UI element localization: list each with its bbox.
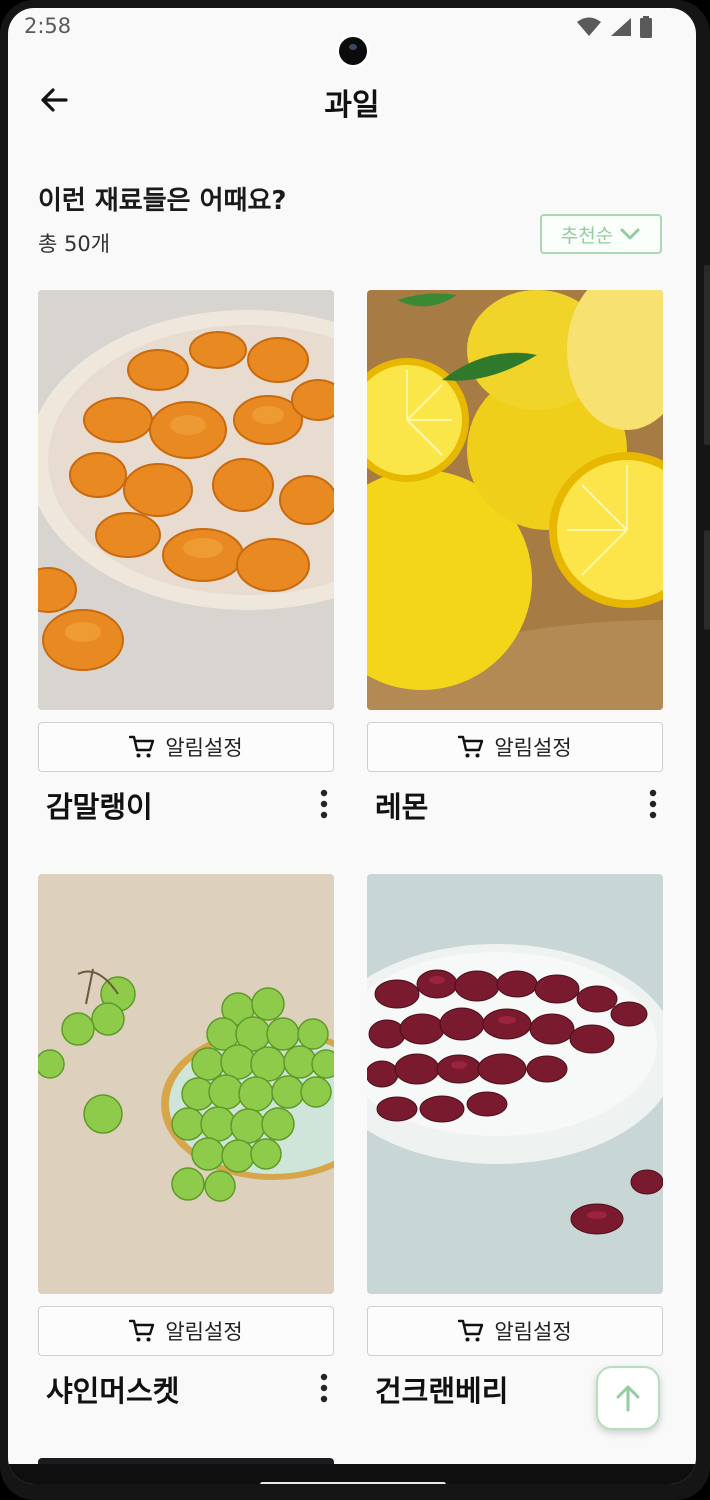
notify-button[interactable]: 알림설정 (367, 1306, 663, 1356)
dried-persimmon-image (38, 290, 334, 710)
dried-cranberry-image (367, 874, 663, 1294)
arrow-up-icon (616, 1385, 640, 1412)
grapes-image (38, 874, 334, 1294)
notify-button[interactable]: 알림설정 (367, 722, 663, 772)
product-name[interactable]: 건크랜베리 (375, 1368, 508, 1410)
front-camera (336, 34, 370, 68)
more-vertical-icon (649, 789, 657, 819)
scroll-to-top-button[interactable] (596, 1366, 660, 1430)
notify-label: 알림설정 (165, 1320, 243, 1344)
product-image[interactable] (38, 874, 334, 1294)
product-name[interactable]: 레몬 (375, 784, 428, 826)
product-name[interactable]: 감말랭이 (46, 784, 153, 826)
cart-icon (129, 735, 155, 758)
status-time: 2:58 (24, 14, 72, 38)
item-count: 총 50개 (38, 232, 111, 256)
status-icons (576, 16, 652, 38)
notify-label: 알림설정 (494, 736, 572, 760)
volume-button (704, 265, 710, 445)
home-gesture-handle[interactable] (260, 1482, 446, 1484)
more-options-button[interactable] (314, 786, 334, 822)
top-app-bar: 과일 (8, 68, 696, 138)
notify-button[interactable]: 알림설정 (38, 1306, 334, 1356)
cart-icon (458, 1319, 484, 1342)
cart-icon (129, 1319, 155, 1342)
battery-icon (640, 16, 652, 38)
notify-label: 알림설정 (165, 736, 243, 760)
notify-button[interactable]: 알림설정 (38, 722, 334, 772)
product-image[interactable] (367, 874, 663, 1294)
power-button (704, 530, 710, 630)
device-frame: 2:58 과일 이런 재료들은 어때요? 총 50개 추천순 알림설정 감말랭이… (0, 0, 710, 1500)
product-name[interactable]: 샤인머스켓 (46, 1368, 179, 1410)
navigation-bar (8, 1464, 696, 1484)
product-image[interactable] (367, 290, 663, 710)
more-options-button[interactable] (314, 1370, 334, 1406)
more-vertical-icon (320, 1373, 328, 1403)
more-vertical-icon (320, 789, 328, 819)
more-options-button[interactable] (643, 786, 663, 822)
section-heading: 이런 재료들은 어때요? (38, 186, 287, 216)
notify-label: 알림설정 (494, 1320, 572, 1344)
lemon-image (367, 290, 663, 710)
sort-dropdown[interactable]: 추천순 (540, 214, 662, 254)
screen: 2:58 과일 이런 재료들은 어때요? 총 50개 추천순 알림설정 감말랭이… (8, 8, 696, 1484)
sort-label: 추천순 (560, 224, 614, 247)
product-image[interactable] (38, 290, 334, 710)
signal-icon (611, 18, 631, 36)
page-title: 과일 (324, 88, 380, 123)
chevron-down-icon (620, 228, 640, 240)
cart-icon (458, 735, 484, 758)
wifi-icon (577, 17, 601, 36)
